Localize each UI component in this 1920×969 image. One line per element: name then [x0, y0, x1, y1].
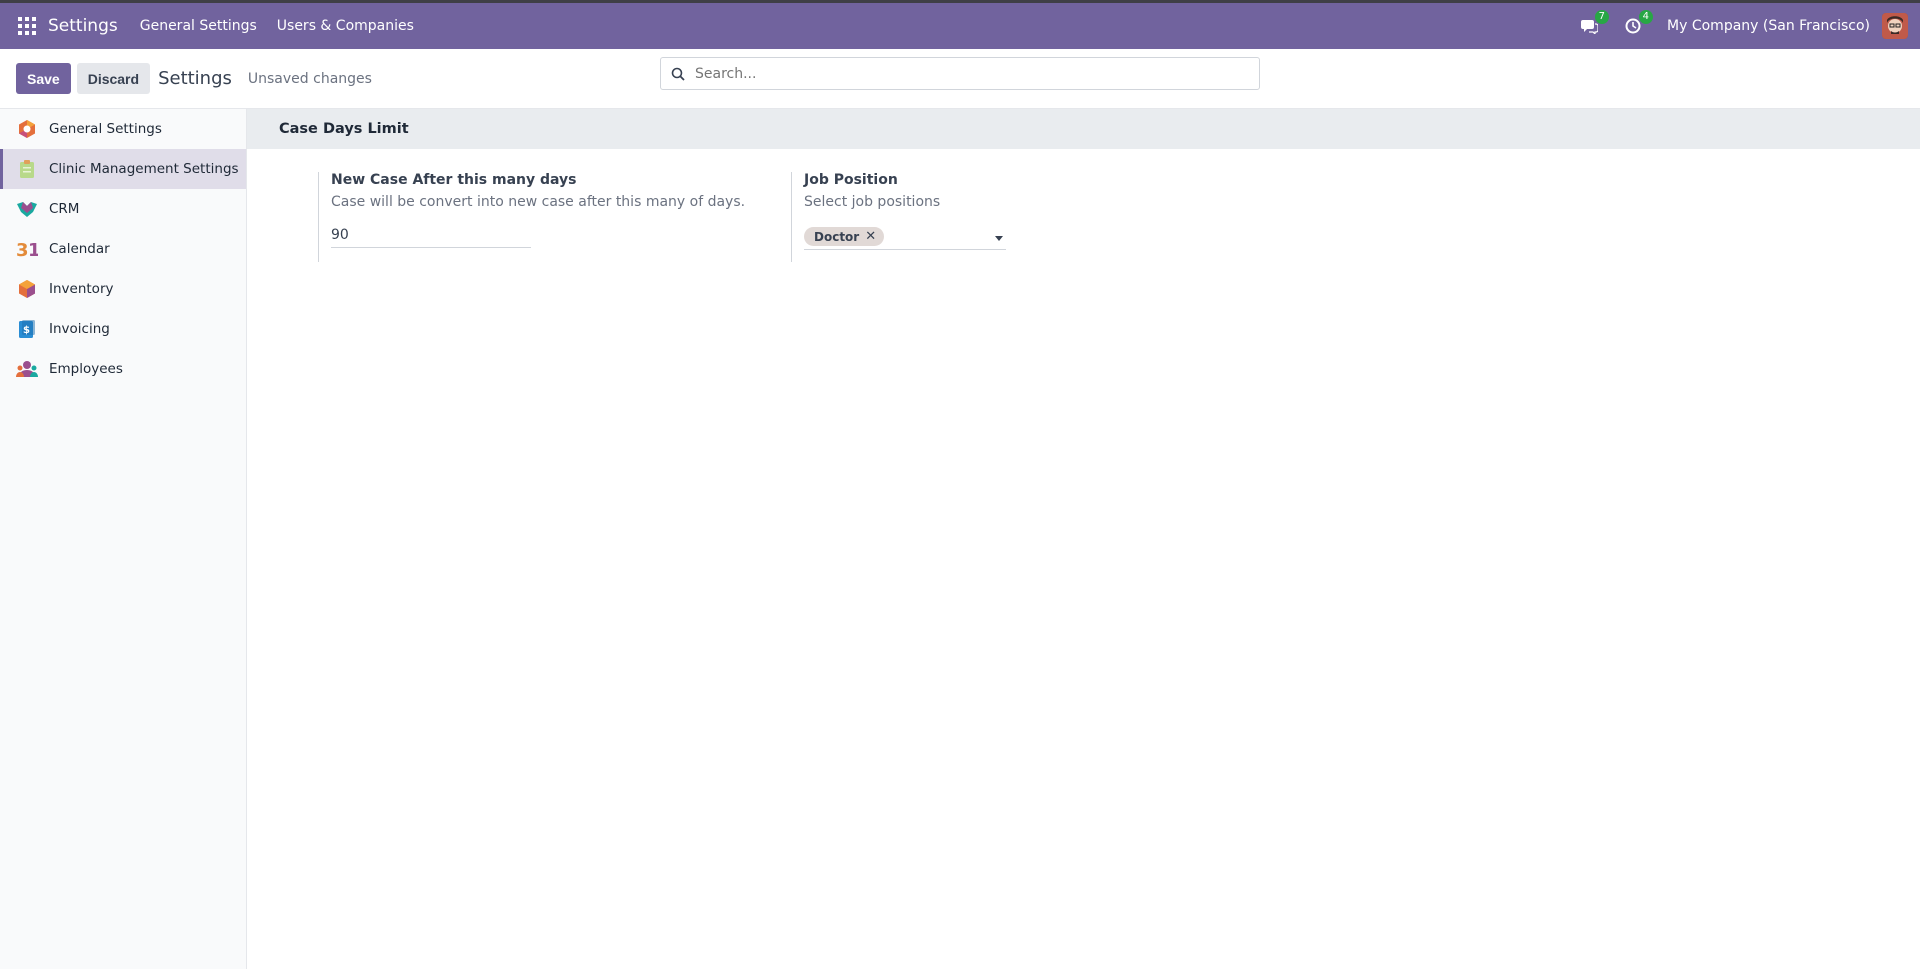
sidebar-item-label: Employees [49, 361, 123, 377]
menu-users-companies[interactable]: Users & Companies [277, 18, 414, 34]
calendar-icon: 3 1 [16, 238, 38, 260]
avatar-face-icon [1882, 13, 1908, 39]
search-icon [671, 67, 685, 81]
sidebar-item-calendar[interactable]: 3 1 Calendar [0, 229, 246, 269]
sidebar-item-general-settings[interactable]: General Settings [0, 109, 246, 149]
job-position-setting: Job Position Select job positions Doctor… [791, 172, 1251, 262]
svg-text:$: $ [23, 325, 30, 336]
job-position-tag: Doctor ✕ [804, 227, 885, 246]
discard-button[interactable]: Discard [76, 63, 151, 94]
inventory-icon [16, 278, 38, 300]
sidebar-item-employees[interactable]: Employees [0, 349, 246, 389]
unsaved-status: Unsaved changes [247, 70, 372, 87]
search-bar[interactable] [660, 57, 1260, 90]
section-title: Case Days Limit [247, 109, 1920, 149]
top-navbar: Settings General Settings Users & Compan… [0, 0, 1920, 49]
settings-sidebar: General Settings Clinic Management Setti… [0, 109, 247, 969]
sidebar-item-label: Clinic Management Settings [49, 161, 239, 177]
tag-label: Doctor [814, 229, 860, 244]
case-days-input[interactable] [331, 224, 531, 248]
sidebar-item-crm[interactable]: CRM [0, 189, 246, 229]
job-position-description: Select job positions [804, 194, 941, 210]
messages-button[interactable]: 7 [1579, 10, 1610, 36]
page-title: Settings [158, 68, 232, 89]
clock-icon [1625, 18, 1641, 34]
case-days-setting: New Case After this many days Case will … [318, 172, 778, 262]
activities-badge: 4 [1638, 10, 1654, 24]
case-days-description: Case will be convert into new case after… [331, 194, 746, 210]
employees-icon [16, 358, 38, 380]
settings-app-icon [16, 118, 38, 140]
job-position-field[interactable]: Doctor ✕ [804, 224, 1006, 250]
user-avatar[interactable] [1882, 13, 1908, 39]
dropdown-caret-icon[interactable] [995, 236, 1003, 241]
control-panel: Save Discard Settings Unsaved changes [0, 49, 1920, 109]
svg-text:1: 1 [28, 240, 38, 259]
sidebar-item-label: CRM [49, 201, 80, 217]
sidebar-item-clinic-management[interactable]: Clinic Management Settings [0, 149, 246, 189]
settings-main: Case Days Limit New Case After this many… [247, 109, 1920, 969]
chat-icon [1580, 19, 1598, 34]
apps-grid-icon[interactable] [18, 17, 36, 35]
invoicing-icon: $ [16, 318, 38, 340]
job-position-label: Job Position [804, 172, 898, 188]
clinic-icon [16, 158, 38, 180]
crm-icon [16, 198, 38, 220]
sidebar-item-inventory[interactable]: Inventory [0, 269, 246, 309]
sidebar-item-label: General Settings [49, 121, 162, 137]
sidebar-item-label: Inventory [49, 281, 114, 297]
app-title[interactable]: Settings [48, 16, 118, 36]
case-days-label: New Case After this many days [331, 172, 577, 188]
sidebar-item-label: Calendar [49, 241, 110, 257]
remove-tag-icon[interactable]: ✕ [865, 229, 876, 244]
search-input[interactable] [695, 65, 1235, 82]
sidebar-item-invoicing[interactable]: $ Invoicing [0, 309, 246, 349]
company-switcher[interactable]: My Company (San Francisco) [1667, 18, 1870, 34]
menu-general-settings[interactable]: General Settings [140, 18, 257, 34]
svg-text:3: 3 [16, 240, 29, 259]
sidebar-item-label: Invoicing [49, 321, 110, 337]
messages-badge: 7 [1594, 10, 1610, 24]
systray: 7 4 My Company (San Francisco) [1579, 3, 1920, 49]
activities-button[interactable]: 4 [1623, 10, 1654, 36]
save-button[interactable]: Save [16, 63, 71, 94]
